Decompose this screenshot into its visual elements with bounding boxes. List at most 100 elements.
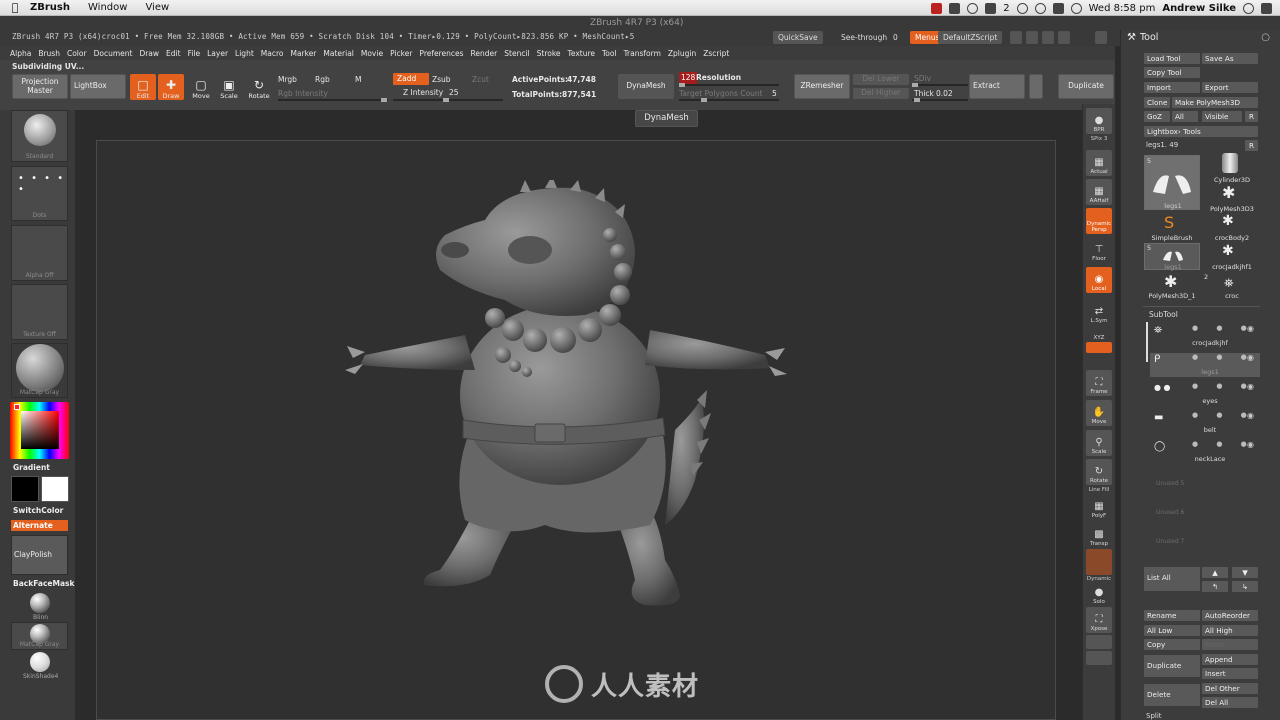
scale-view-button[interactable]: ⚲ Scale	[1086, 430, 1112, 456]
resolution-label[interactable]: Resolution	[696, 73, 741, 82]
menu-file[interactable]: File	[188, 49, 201, 58]
paste-button[interactable]: Paste	[1202, 639, 1258, 650]
make-polymesh-button[interactable]: Make PolyMesh3D	[1172, 97, 1258, 108]
rgb-intensity-slider[interactable]	[278, 98, 388, 102]
scale-button[interactable]: ▣ Scale	[216, 74, 242, 101]
tool-thumb-legs1-2[interactable]: legs1 5	[1144, 243, 1200, 271]
ghost-button[interactable]	[1086, 549, 1112, 575]
alpha-off[interactable]: Alpha Off	[11, 225, 68, 281]
m-button[interactable]: M	[355, 75, 361, 84]
autoreorder-button[interactable]: AutoReorder	[1202, 610, 1258, 621]
subtool-toggle-icons[interactable]: ● ● ●	[1192, 382, 1255, 390]
close-icon[interactable]	[1095, 31, 1107, 44]
load-tool-button[interactable]: Load Tool	[1144, 53, 1200, 64]
copy-button[interactable]: Copy	[1144, 639, 1200, 650]
move-top-icon[interactable]: ↰	[1202, 581, 1228, 592]
menu-stroke[interactable]: Stroke	[537, 49, 561, 58]
quicksave-button[interactable]: QuickSave	[773, 31, 823, 44]
export-button[interactable]: Export	[1202, 82, 1258, 93]
duplicate-button[interactable]: Duplicate	[1058, 74, 1114, 99]
duplicate-subtool-button[interactable]: Duplicate	[1144, 655, 1200, 677]
projection-master-button[interactable]: Projection Master	[12, 74, 68, 99]
crocjadkjhf-star-icon[interactable]: ✱	[1222, 243, 1234, 259]
crocbody-star-icon[interactable]: ✱	[1222, 213, 1234, 229]
list-all-button[interactable]: List All	[1144, 567, 1200, 591]
subtool-toggle-icons[interactable]: ● ● ●	[1192, 353, 1255, 361]
rotation-axis-icon[interactable]	[1086, 354, 1112, 368]
save-as-button[interactable]: Save As	[1202, 53, 1258, 64]
subtool-belt[interactable]: ▬ ● ● ● ◉ belt	[1150, 411, 1260, 435]
search-icon[interactable]	[1243, 2, 1254, 14]
draw-button[interactable]: ✚ Draw	[158, 74, 184, 100]
dropbox-icon[interactable]	[949, 2, 961, 14]
target-polygons-slider[interactable]	[679, 98, 779, 102]
persp-button[interactable]: Dynamic Persp	[1086, 208, 1112, 234]
color-square[interactable]	[21, 411, 59, 449]
eye-icon[interactable]: ◉	[1247, 353, 1254, 362]
menu-layer[interactable]: Layer	[207, 49, 228, 58]
rotate-button[interactable]: ↻ Rotate	[246, 74, 272, 101]
maximize-icon[interactable]	[1058, 31, 1070, 44]
move-up-icon[interactable]: ▲	[1202, 567, 1228, 578]
goz-button[interactable]: GoZ	[1144, 111, 1170, 122]
aahalf-button[interactable]: ▦ AAHalf	[1086, 179, 1112, 205]
menu-document[interactable]: Document	[94, 49, 133, 58]
z-intensity-label[interactable]: Z Intensity	[403, 88, 443, 97]
clock-icon[interactable]	[1034, 2, 1046, 14]
target-polygons-label[interactable]: Target Polygons Count	[679, 89, 763, 98]
mrgb-button[interactable]: Mrgb	[278, 75, 297, 84]
rename-button[interactable]: Rename	[1144, 610, 1200, 621]
menu-tool[interactable]: Tool	[602, 49, 617, 58]
layout-icon[interactable]	[1026, 31, 1038, 44]
subtool-toggle-icons[interactable]: ● ● ●	[1192, 411, 1255, 419]
menu-material[interactable]: Material	[323, 49, 353, 58]
subtool-toggle-icons[interactable]: ● ● ●	[1192, 440, 1255, 448]
menu-transform[interactable]: Transform	[624, 49, 661, 58]
color-picker[interactable]	[10, 402, 69, 459]
simplebrush-icon[interactable]: S	[1164, 213, 1174, 232]
subtool-toggle-icons[interactable]: ● ● ●	[1192, 324, 1255, 332]
move-down-icon[interactable]: ▼	[1232, 567, 1258, 578]
menu-zscript[interactable]: Zscript	[703, 49, 729, 58]
polymesh-star-icon[interactable]: ✱	[1222, 183, 1235, 202]
xpose-button[interactable]: ⛶ Xpose	[1086, 607, 1112, 633]
visible-button[interactable]: Visible	[1202, 111, 1242, 122]
current-tool-label[interactable]: legs1. 49	[1146, 141, 1178, 149]
menu-macro[interactable]: Macro	[261, 49, 284, 58]
matcap-gray-slot[interactable]: MatCap Gray	[11, 622, 68, 650]
eye-icon[interactable]: ◉	[1247, 440, 1254, 449]
menu-picker[interactable]: Picker	[390, 49, 412, 58]
zcut-button[interactable]: Zcut	[472, 75, 489, 84]
append-button[interactable]: Append	[1202, 654, 1258, 665]
palette-toggle-icon[interactable]: ○	[1261, 32, 1270, 43]
menu-brush[interactable]: Brush	[38, 49, 60, 58]
menu-window[interactable]: Window	[79, 2, 136, 13]
material-matcap-gray[interactable]: MatCap Gray	[11, 343, 68, 398]
app-menu[interactable]: ZBrush	[30, 2, 79, 13]
move-button[interactable]: ▢ Move	[188, 74, 214, 101]
canvas-viewport[interactable]: DynaMesh 人人素材	[75, 110, 1082, 720]
del-higher-button[interactable]: Del Higher	[853, 88, 909, 99]
spix-control[interactable]: SPix 3	[1086, 136, 1112, 142]
apple-icon[interactable]: 	[0, 1, 30, 14]
time-machine-icon[interactable]	[1016, 2, 1028, 14]
thick-slider[interactable]	[912, 98, 968, 102]
del-other-button[interactable]: Del Other	[1202, 683, 1258, 694]
zadd-button[interactable]: Zadd	[393, 73, 429, 85]
frame-button[interactable]: ⛶ Frame	[1086, 370, 1112, 396]
dynamesh-button[interactable]: DynaMesh	[618, 74, 674, 99]
polymesh1-star-icon[interactable]: ✱	[1164, 272, 1177, 291]
tool-thumb-legs1[interactable]: legs1 5	[1144, 155, 1200, 210]
minimize-icon[interactable]	[1042, 31, 1054, 44]
croc-icon[interactable]: ⛯	[1224, 276, 1234, 291]
lightbox-button[interactable]: LightBox	[70, 74, 126, 99]
texture-off[interactable]: Texture Off	[11, 284, 68, 340]
eye-icon[interactable]: ◉	[1247, 382, 1254, 391]
user-name[interactable]: Andrew Silke	[1162, 3, 1236, 14]
r-button[interactable]: R	[1245, 111, 1258, 122]
thumb-polymesh3d-1[interactable]: PolyMesh3D_1	[1144, 292, 1200, 300]
brush-standard[interactable]: Standard	[11, 110, 68, 162]
extract-button[interactable]: Extract	[969, 74, 1025, 99]
thumb-polymesh3d3[interactable]: PolyMesh3D3	[1204, 205, 1260, 213]
default-zscript-button[interactable]: DefaultZScript	[938, 31, 1003, 44]
